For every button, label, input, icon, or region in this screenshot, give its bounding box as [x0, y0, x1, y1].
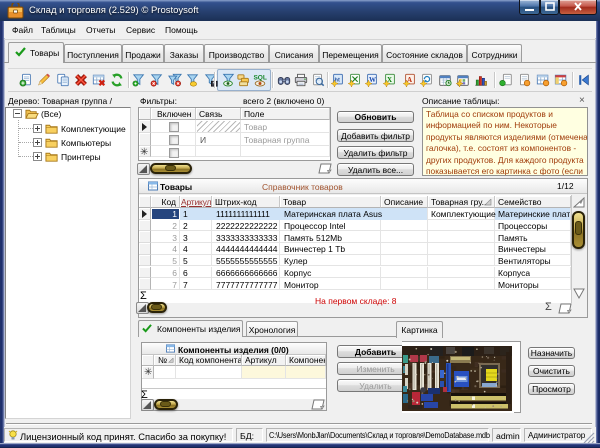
svg-text:SQL: SQL: [253, 75, 266, 82]
